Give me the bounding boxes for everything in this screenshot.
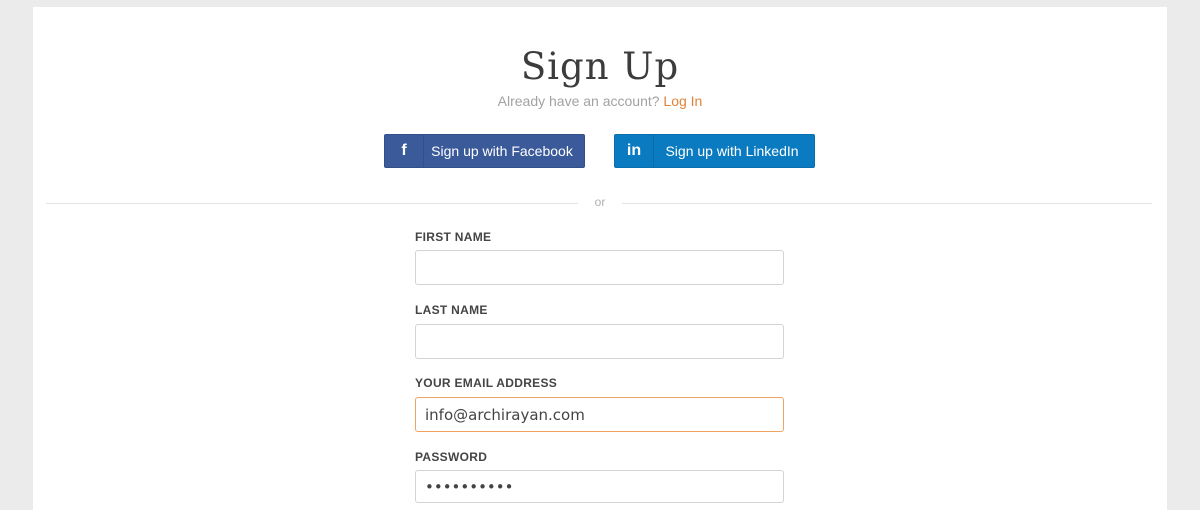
password-input[interactable] (415, 470, 784, 503)
last-name-input[interactable] (415, 324, 784, 359)
signup-card: Sign Up Already have an account? Log In … (33, 7, 1167, 510)
divider-or: or (594, 195, 606, 209)
facebook-icon: f (385, 135, 424, 167)
linkedin-signup-button[interactable]: in Sign up with LinkedIn (614, 134, 815, 168)
first-name-input[interactable] (415, 250, 784, 285)
password-label: PASSWORD (415, 450, 488, 464)
login-prompt: Already have an account? Log In (33, 93, 1167, 109)
last-name-label: LAST NAME (415, 303, 488, 317)
linkedin-icon: in (615, 135, 654, 167)
facebook-signup-label: Sign up with Facebook (431, 143, 573, 159)
login-prompt-text: Already have an account? (497, 93, 660, 109)
divider-line-left (46, 203, 578, 204)
email-input[interactable] (415, 397, 784, 432)
page-title: Sign Up (520, 45, 680, 88)
facebook-signup-button[interactable]: f Sign up with Facebook (384, 134, 585, 168)
divider-line-right (622, 203, 1152, 204)
email-label: YOUR EMAIL ADDRESS (415, 376, 558, 390)
linkedin-signup-label: Sign up with LinkedIn (665, 143, 799, 159)
login-link[interactable]: Log In (663, 93, 702, 109)
first-name-label: FIRST NAME (415, 230, 492, 244)
